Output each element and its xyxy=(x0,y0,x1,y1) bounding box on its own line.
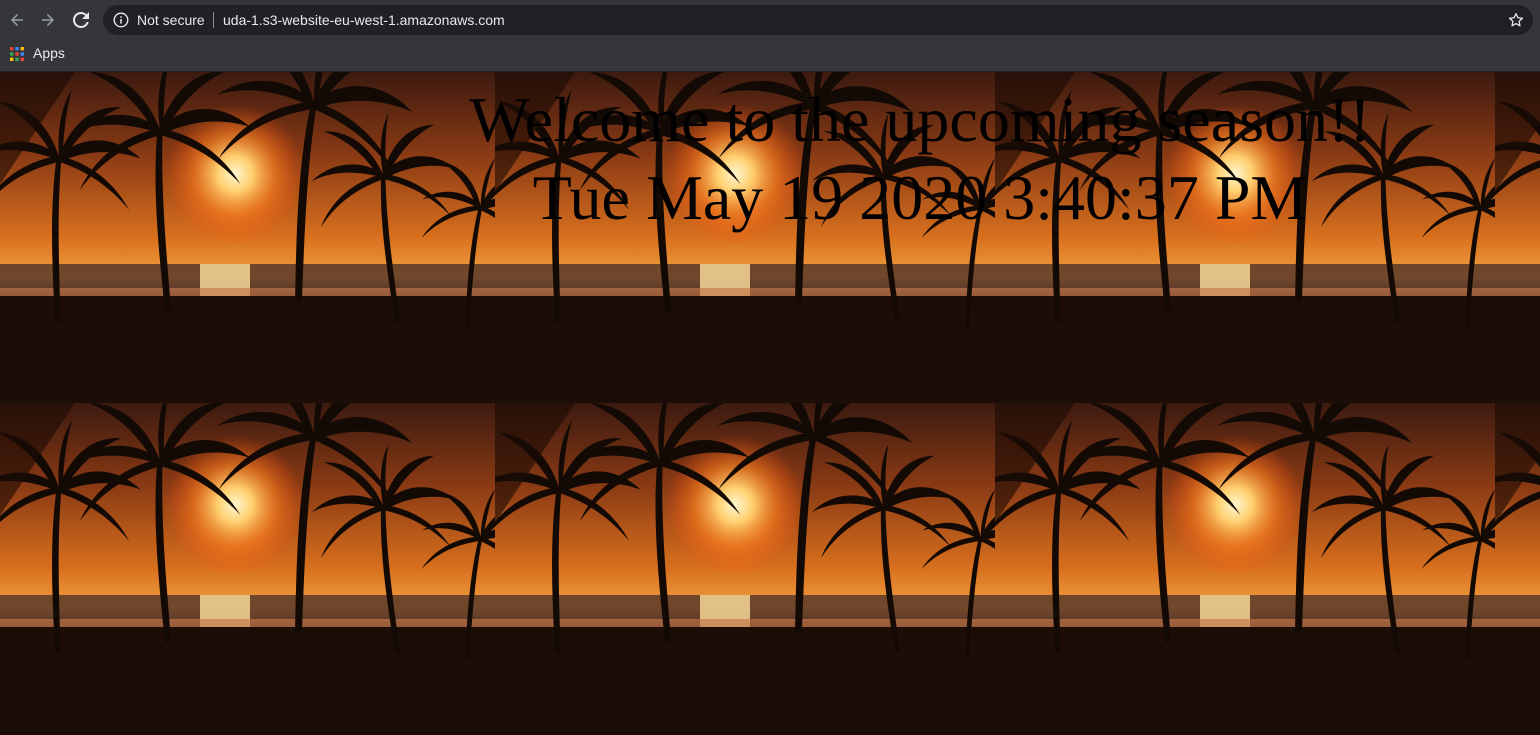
background-tile xyxy=(1495,72,1540,403)
info-icon[interactable] xyxy=(113,12,129,28)
browser-toolbar: Not secure uda-1.s3-website-eu-west-1.am… xyxy=(0,0,1540,40)
apps-grid-icon[interactable] xyxy=(10,47,24,61)
bookmark-apps[interactable]: Apps xyxy=(33,45,65,61)
security-status[interactable]: Not secure xyxy=(137,12,205,28)
background-tile xyxy=(995,403,1495,734)
address-divider xyxy=(213,12,214,28)
back-arrow-icon xyxy=(11,14,23,26)
url-text[interactable]: uda-1.s3-website-eu-west-1.amazonaws.com xyxy=(223,12,505,28)
background-tile xyxy=(495,403,995,734)
bookmark-star-icon[interactable] xyxy=(1507,11,1525,29)
forward-arrow-icon xyxy=(42,14,54,26)
reload-icon xyxy=(73,12,89,28)
page-title: Welcome to the upcoming season!! xyxy=(469,84,1371,155)
bookmarks-bar: Apps xyxy=(0,40,1540,72)
background-tile xyxy=(0,403,495,734)
date-time: Tue May 19 2020 3:40:37 PM xyxy=(532,162,1308,233)
address-bar[interactable]: Not secure uda-1.s3-website-eu-west-1.am… xyxy=(103,5,1533,35)
back-button[interactable] xyxy=(7,10,27,30)
background-tile xyxy=(0,72,495,403)
reload-button[interactable] xyxy=(71,10,91,30)
background-tile xyxy=(1495,403,1540,734)
forward-button[interactable] xyxy=(38,10,58,30)
